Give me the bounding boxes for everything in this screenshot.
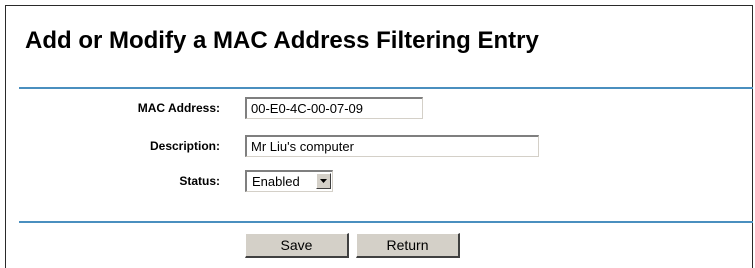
chevron-down-icon <box>320 179 327 183</box>
bottom-divider <box>19 221 753 223</box>
dropdown-arrow-button[interactable] <box>316 173 331 189</box>
save-button[interactable]: Save <box>245 233 349 258</box>
status-selected-value: Enabled <box>252 174 300 189</box>
mac-address-label: MAC Address: <box>137 101 220 115</box>
description-input[interactable] <box>245 135 539 157</box>
return-button[interactable]: Return <box>356 233 460 258</box>
status-select[interactable]: Enabled <box>245 170 333 192</box>
mac-address-input[interactable] <box>245 97 423 119</box>
description-label: Description: <box>149 139 220 153</box>
page-title: Add or Modify a MAC Address Filtering En… <box>25 27 539 54</box>
top-divider <box>19 87 753 89</box>
status-label: Status: <box>179 174 220 188</box>
